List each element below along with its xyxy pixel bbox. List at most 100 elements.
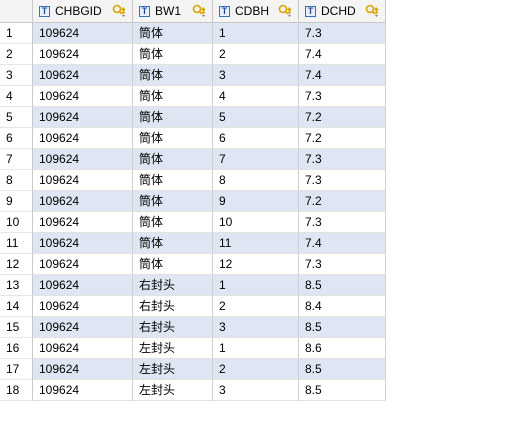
row-number[interactable]: 18 [0, 380, 33, 401]
cell-cdbh[interactable]: 11 [213, 233, 299, 254]
cell-dchd[interactable]: 8.4 [299, 296, 386, 317]
cell-bw1[interactable]: 筒体 [133, 44, 213, 65]
row-number[interactable]: 16 [0, 338, 33, 359]
cell-bw1[interactable]: 筒体 [133, 128, 213, 149]
cell-chbgid[interactable]: 109624 [33, 233, 133, 254]
row-number[interactable]: 2 [0, 44, 33, 65]
cell-dchd[interactable]: 8.5 [299, 275, 386, 296]
cell-bw1[interactable]: 左封头 [133, 380, 213, 401]
row-number[interactable]: 7 [0, 149, 33, 170]
header-corner[interactable] [0, 0, 33, 23]
cell-cdbh[interactable]: 7 [213, 149, 299, 170]
cell-cdbh[interactable]: 2 [213, 359, 299, 380]
table-row[interactable]: 1 109624 筒体 1 7.3 [0, 23, 386, 44]
cell-cdbh[interactable]: 8 [213, 170, 299, 191]
cell-chbgid[interactable]: 109624 [33, 44, 133, 65]
cell-bw1[interactable]: 筒体 [133, 254, 213, 275]
cell-chbgid[interactable]: 109624 [33, 107, 133, 128]
cell-bw1[interactable]: 右封头 [133, 317, 213, 338]
cell-chbgid[interactable]: 109624 [33, 191, 133, 212]
table-row[interactable]: 12 109624 筒体 12 7.3 [0, 254, 386, 275]
table-row[interactable]: 9 109624 筒体 9 7.2 [0, 191, 386, 212]
cell-chbgid[interactable]: 109624 [33, 275, 133, 296]
cell-bw1[interactable]: 筒体 [133, 107, 213, 128]
cell-dchd[interactable]: 8.5 [299, 317, 386, 338]
cell-bw1[interactable]: 筒体 [133, 149, 213, 170]
table-row[interactable]: 7 109624 筒体 7 7.3 [0, 149, 386, 170]
cell-chbgid[interactable]: 109624 [33, 296, 133, 317]
column-header-chbgid[interactable]: T CHBGID [33, 0, 133, 23]
cell-chbgid[interactable]: 109624 [33, 23, 133, 44]
cell-chbgid[interactable]: 109624 [33, 359, 133, 380]
cell-bw1[interactable]: 筒体 [133, 86, 213, 107]
cell-chbgid[interactable]: 109624 [33, 86, 133, 107]
cell-chbgid[interactable]: 109624 [33, 65, 133, 86]
row-number[interactable]: 17 [0, 359, 33, 380]
cell-dchd[interactable]: 8.5 [299, 359, 386, 380]
table-row[interactable]: 16 109624 左封头 1 8.6 [0, 338, 386, 359]
row-number[interactable]: 1 [0, 23, 33, 44]
cell-bw1[interactable]: 左封头 [133, 338, 213, 359]
table-row[interactable]: 6 109624 筒体 6 7.2 [0, 128, 386, 149]
table-row[interactable]: 14 109624 右封头 2 8.4 [0, 296, 386, 317]
table-row[interactable]: 15 109624 右封头 3 8.5 [0, 317, 386, 338]
cell-bw1[interactable]: 右封头 [133, 296, 213, 317]
cell-bw1[interactable]: 左封头 [133, 359, 213, 380]
row-number[interactable]: 6 [0, 128, 33, 149]
row-number[interactable]: 9 [0, 191, 33, 212]
cell-cdbh[interactable]: 4 [213, 86, 299, 107]
cell-dchd[interactable]: 7.2 [299, 191, 386, 212]
cell-cdbh[interactable]: 2 [213, 44, 299, 65]
cell-cdbh[interactable]: 10 [213, 212, 299, 233]
cell-bw1[interactable]: 筒体 [133, 65, 213, 86]
row-number[interactable]: 10 [0, 212, 33, 233]
cell-cdbh[interactable]: 9 [213, 191, 299, 212]
table-row[interactable]: 10 109624 筒体 10 7.3 [0, 212, 386, 233]
row-number[interactable]: 4 [0, 86, 33, 107]
sort-filter-icon[interactable] [365, 4, 381, 18]
cell-bw1[interactable]: 右封头 [133, 275, 213, 296]
cell-dchd[interactable]: 8.6 [299, 338, 386, 359]
row-number[interactable]: 14 [0, 296, 33, 317]
cell-bw1[interactable]: 筒体 [133, 233, 213, 254]
row-number[interactable]: 13 [0, 275, 33, 296]
cell-bw1[interactable]: 筒体 [133, 23, 213, 44]
cell-dchd[interactable]: 7.2 [299, 107, 386, 128]
sort-filter-icon[interactable] [278, 4, 294, 18]
sort-filter-icon[interactable] [112, 4, 128, 18]
cell-cdbh[interactable]: 3 [213, 317, 299, 338]
cell-chbgid[interactable]: 109624 [33, 338, 133, 359]
table-row[interactable]: 4 109624 筒体 4 7.3 [0, 86, 386, 107]
cell-cdbh[interactable]: 12 [213, 254, 299, 275]
cell-chbgid[interactable]: 109624 [33, 149, 133, 170]
column-header-cdbh[interactable]: T CDBH [213, 0, 299, 23]
cell-chbgid[interactable]: 109624 [33, 380, 133, 401]
cell-dchd[interactable]: 8.5 [299, 380, 386, 401]
column-header-bw1[interactable]: T BW1 [133, 0, 213, 23]
cell-chbgid[interactable]: 109624 [33, 128, 133, 149]
cell-cdbh[interactable]: 6 [213, 128, 299, 149]
table-row[interactable]: 5 109624 筒体 5 7.2 [0, 107, 386, 128]
cell-dchd[interactable]: 7.4 [299, 233, 386, 254]
cell-dchd[interactable]: 7.3 [299, 149, 386, 170]
cell-dchd[interactable]: 7.4 [299, 65, 386, 86]
cell-bw1[interactable]: 筒体 [133, 212, 213, 233]
table-row[interactable]: 13 109624 右封头 1 8.5 [0, 275, 386, 296]
cell-dchd[interactable]: 7.4 [299, 44, 386, 65]
row-number[interactable]: 3 [0, 65, 33, 86]
cell-dchd[interactable]: 7.3 [299, 86, 386, 107]
cell-dchd[interactable]: 7.3 [299, 170, 386, 191]
cell-bw1[interactable]: 筒体 [133, 170, 213, 191]
cell-chbgid[interactable]: 109624 [33, 254, 133, 275]
cell-dchd[interactable]: 7.2 [299, 128, 386, 149]
cell-dchd[interactable]: 7.3 [299, 23, 386, 44]
row-number[interactable]: 12 [0, 254, 33, 275]
cell-cdbh[interactable]: 1 [213, 338, 299, 359]
table-row[interactable]: 3 109624 筒体 3 7.4 [0, 65, 386, 86]
cell-cdbh[interactable]: 3 [213, 380, 299, 401]
cell-cdbh[interactable]: 5 [213, 107, 299, 128]
column-header-dchd[interactable]: T DCHD [299, 0, 386, 23]
cell-chbgid[interactable]: 109624 [33, 170, 133, 191]
table-row[interactable]: 17 109624 左封头 2 8.5 [0, 359, 386, 380]
row-number[interactable]: 11 [0, 233, 33, 254]
